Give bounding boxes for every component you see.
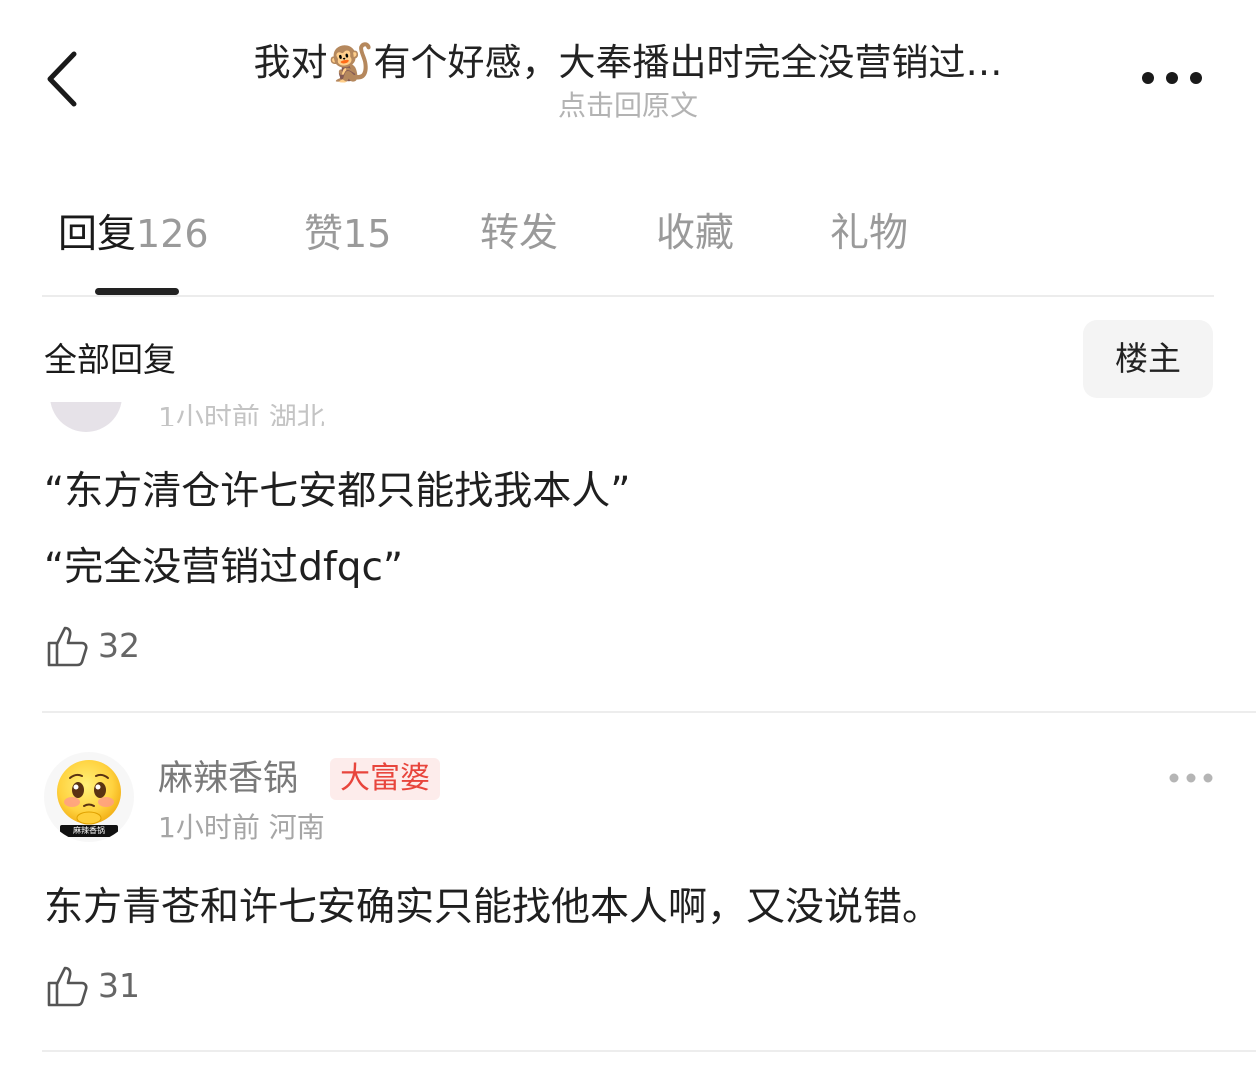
comment-text: 东方青苍和许七安确实只能找他本人啊，又没说错。 (44, 885, 942, 930)
section-title: 全部回复 (44, 340, 176, 379)
like-button[interactable]: 32 (46, 624, 166, 670)
tab-reposts[interactable]: 转发 (480, 208, 558, 260)
comment-text: “完全没营销过dfqc” (44, 545, 404, 590)
thumbs-up-icon (47, 626, 88, 667)
avatar[interactable]: 麻辣香锅 (44, 752, 134, 842)
comment-divider (42, 711, 1256, 713)
username[interactable]: 麻辣香锅 (158, 756, 298, 802)
more-dots-icon (1142, 72, 1202, 84)
thumbs-up-icon (47, 966, 88, 1007)
tab-gifts[interactable]: 礼物 (830, 208, 908, 260)
tabs-divider (42, 295, 1214, 297)
comment-text: “东方清仓许七安都只能找我本人” (44, 469, 631, 514)
comment-meta: 1小时前 河南 (158, 810, 325, 846)
avatar-caption: 麻辣香锅 (73, 826, 105, 835)
comment-location: 河南 (268, 811, 325, 844)
tab-replies[interactable]: 回复126 (58, 208, 209, 261)
comment-meta: 1小时前 湖北 (158, 404, 325, 426)
tab-favorites[interactable]: 收藏 (656, 208, 734, 260)
op-only-filter-button[interactable]: 楼主 (1083, 320, 1213, 398)
tab-likes[interactable]: 赞15 (304, 208, 391, 261)
comment-divider (42, 1050, 1256, 1052)
comment-time: 1小时前 (158, 811, 260, 844)
active-tab-indicator (95, 288, 179, 295)
back-to-original-link[interactable]: 点击回原文 (0, 88, 1256, 124)
more-dots-icon (1169, 773, 1213, 783)
sticky-header-background (0, 320, 1256, 402)
comment-more-button[interactable] (1168, 768, 1214, 788)
user-badge: 大富婆 (330, 758, 440, 800)
like-button[interactable]: 31 (46, 964, 166, 1010)
more-options-button[interactable] (1140, 62, 1204, 94)
page-title: 我对🐒有个好感，大奉播出时完全没营销过… (253, 41, 1003, 84)
